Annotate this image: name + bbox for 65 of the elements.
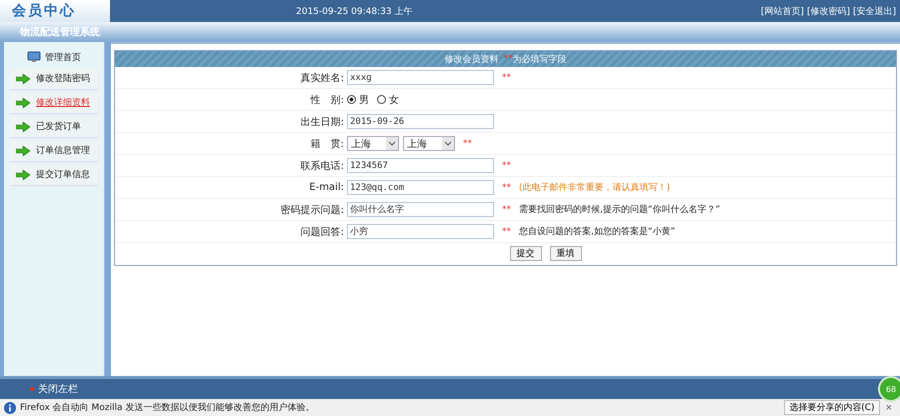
- logo-text: 会员中心: [0, 0, 110, 22]
- field-label: 密码提示问题:: [280, 204, 344, 216]
- header-link[interactable]: [安全退出]: [852, 4, 896, 18]
- menu-item[interactable]: 提交订单信息: [10, 164, 98, 186]
- input-field[interactable]: 你叫什么名字: [347, 202, 494, 217]
- arrow-icon: [16, 98, 30, 108]
- input-field[interactable]: xxxg: [347, 70, 494, 85]
- radio-label: 男: [359, 94, 369, 106]
- form-button[interactable]: 提交: [510, 246, 542, 261]
- field-label: 性 别:: [310, 94, 344, 106]
- menu-label: 订单信息管理: [36, 144, 90, 157]
- system-title: 物流配送管理系统: [20, 25, 100, 39]
- input-field[interactable]: 2015-09-26: [347, 114, 494, 129]
- required-mark: **: [502, 160, 511, 170]
- field-hint: (此电子邮件非常重要，请认真填写！): [519, 182, 670, 194]
- input-field[interactable]: 1234567: [347, 158, 494, 173]
- required-mark: **: [502, 72, 511, 82]
- required-mark: **: [502, 182, 511, 192]
- caret-icon: [442, 137, 454, 150]
- required-mark: **: [463, 138, 472, 148]
- menu-label: 修改详细资料: [36, 96, 90, 109]
- field-hint: 需要找回密码的时候,提示的问题“你叫什么名字？”: [519, 204, 720, 216]
- field-label: 问题回答:: [300, 226, 344, 238]
- field-label: E-mail:: [309, 182, 344, 193]
- menu-label: 修改登陆密码: [36, 72, 90, 85]
- panel-title: 修改会员资料: [444, 54, 498, 66]
- input-field[interactable]: 小穷: [347, 224, 494, 239]
- header-link[interactable]: [修改密码]: [806, 4, 850, 18]
- caret-icon: [386, 137, 398, 150]
- dropdown[interactable]: 上海: [403, 136, 455, 151]
- menu-item[interactable]: 修改详细资料: [10, 92, 98, 114]
- info-icon: [4, 402, 16, 414]
- header-link[interactable]: [网站首页]: [760, 4, 804, 18]
- home-link[interactable]: 管理首页: [45, 50, 81, 64]
- field-label: 籍 贯:: [310, 138, 344, 150]
- datetime: 2015-09-25 09:48:33 上午: [296, 6, 412, 18]
- menu-item[interactable]: 订单信息管理: [10, 140, 98, 162]
- required-mark: **: [502, 204, 511, 214]
- required-mark: **: [504, 54, 512, 64]
- field-hint: 您自设问题的答案,如您的答案是“小黄”: [519, 225, 676, 238]
- arrow-icon: [16, 122, 30, 132]
- field-label: 联系电话:: [300, 160, 344, 172]
- dropdown[interactable]: 上海: [347, 136, 399, 151]
- share-button[interactable]: 选择要分享的内容(C): [784, 400, 880, 415]
- radio-label: 女: [389, 94, 399, 106]
- radio-button[interactable]: 男: [347, 92, 369, 106]
- menu-item[interactable]: 修改登陆密码: [10, 68, 98, 90]
- input-field[interactable]: 123@qq.com: [347, 180, 494, 195]
- monitor-icon: [27, 51, 41, 63]
- close-dot-icon: [30, 387, 34, 391]
- arrow-icon: [16, 170, 30, 180]
- notification-message: Firefox 会自动向 Mozilla 发送一些数据以便我们能够改善您的用户体验。: [20, 401, 314, 414]
- close-button[interactable]: ×: [884, 402, 894, 414]
- field-label: 真实姓名:: [300, 72, 344, 84]
- required-mark: **: [502, 226, 511, 236]
- form-button[interactable]: 重填: [550, 246, 582, 261]
- required-note: 为必填写字段: [512, 54, 566, 66]
- menu-item[interactable]: 已发货订单: [10, 116, 98, 138]
- arrow-icon: [16, 146, 30, 156]
- menu-label: 提交订单信息: [36, 168, 90, 181]
- radio-button[interactable]: 女: [377, 92, 399, 106]
- field-label: 出生日期:: [300, 116, 344, 128]
- close-sidebar-link[interactable]: 关闭左栏: [38, 382, 78, 396]
- arrow-icon: [16, 74, 30, 84]
- menu-label: 已发货订单: [36, 120, 81, 133]
